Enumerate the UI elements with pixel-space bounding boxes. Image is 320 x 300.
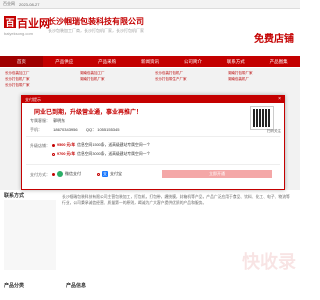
divider <box>26 164 280 165</box>
alipay-label: 支付宝 <box>110 171 122 176</box>
nav-gallery[interactable]: 产品图集 <box>257 56 300 67</box>
nav-about[interactable]: 公司简介 <box>171 56 214 67</box>
alipay-icon: 支 <box>102 171 108 177</box>
site-logo[interactable]: 百 百业网 baiyeksong.com <box>4 14 50 44</box>
qr-label: 扫码关注 <box>267 129 281 133</box>
radio-icon[interactable] <box>52 153 55 156</box>
company-intro: 长沙帼瑞包装科技有限公司主营包装加工，打包机，打包带，缠绕膜，封箱机等产品，产品… <box>62 195 290 205</box>
upgrade-label: 升级店铺： <box>30 143 50 148</box>
pay-button[interactable]: 立即开通 <box>162 170 272 178</box>
wechat-label: 微信支付 <box>65 171 81 176</box>
plan-desc: 信息空间3000条，送高级建站专属空间一个 <box>77 152 151 156</box>
modal-header: 支付提示 × <box>22 96 284 103</box>
radio-icon[interactable] <box>52 144 55 147</box>
nav-contact[interactable]: 联系方式 <box>214 56 257 67</box>
product-info-title: 产品信息 <box>66 283 87 289</box>
page-content: 联系方式 长沙帼瑞包装科技有限公司主营包装加工，打包机，打包带，缠绕膜，封箱机等… <box>0 190 300 300</box>
company-desc: 长沙包装加工厂商，长沙打包机厂家，长沙打包机厂家 <box>48 28 144 33</box>
header: 百 百业网 baiyeksong.com 长沙帼瑞包装科技有限公司 长沙包装加工… <box>0 10 300 50</box>
pay-method-label: 支付方式： <box>30 172 50 177</box>
service-row: 专属客服： 郭明东 <box>30 118 65 124</box>
radio-icon[interactable] <box>52 172 55 176</box>
nav-home[interactable]: 首页 <box>0 56 43 67</box>
phone-label: 手机： <box>30 127 42 132</box>
plan-price: ¥500 元/年 <box>57 143 76 147</box>
nav-purchase[interactable]: 产品采购 <box>86 56 129 67</box>
service-name: 郭明东 <box>53 118 66 123</box>
free-shop-badge[interactable]: 免费店铺 <box>254 30 294 45</box>
service-label: 专属客服： <box>30 118 50 123</box>
upgrade-row: 升级店铺： <box>30 143 52 149</box>
pay-alipay[interactable]: 支 支付宝 <box>97 169 122 179</box>
plan-desc: 信息空间1500条，送高级建站专属空间一个 <box>77 143 151 147</box>
nav-supply[interactable]: 产品供应 <box>43 56 86 67</box>
logo-text: 百业网 <box>17 18 50 30</box>
qr-code <box>250 106 274 130</box>
modal-banner: 同业已到期，升级营业通，事业再推广！ <box>34 110 143 116</box>
main-nav: 首页 产品供应 产品采购 新闻资讯 公司简介 联系方式 产品图集 <box>0 56 300 67</box>
modal-title: 支付提示 <box>25 97 41 102</box>
qq-value: 1055155345 <box>97 127 120 132</box>
contact-row: 手机： 18670343956 QQ： 1055155345 <box>30 127 119 133</box>
plan-option-500[interactable]: ¥500 元/年 信息空间1500条，送高级建站专属空间一个 <box>52 143 150 148</box>
radio-icon[interactable] <box>97 172 100 176</box>
topbar: 百业网 2023-08-27 <box>0 0 300 9</box>
watermark: 快收录 <box>242 252 296 272</box>
phone-value: 18670343956 <box>53 127 78 132</box>
sidebar-panel <box>4 200 56 270</box>
topbar-site[interactable]: 百业网 <box>3 1 15 7</box>
topbar-date: 2023-08-27 <box>19 1 40 7</box>
pay-wechat[interactable]: 微信支付 <box>52 169 81 179</box>
product-category-title: 产品分类 <box>4 283 25 289</box>
plan-price: ¥700 元/年 <box>57 152 76 156</box>
plan-option-700[interactable]: ¥700 元/年 信息空间3000条，送高级建站专属空间一个 <box>52 152 150 157</box>
nav-news[interactable]: 新闻资讯 <box>129 56 172 67</box>
close-icon[interactable]: × <box>278 96 281 102</box>
logo-sub: baiyeksong.com <box>4 31 33 36</box>
sidebar-title: 联系方式 <box>4 193 25 199</box>
divider <box>26 136 280 137</box>
qq-label: QQ： <box>85 127 97 132</box>
logo-mark: 百 <box>4 16 16 28</box>
payment-modal: 支付提示 × 同业已到期，升级营业通，事业再推广！ 扫码关注 专属客服： 郭明东… <box>21 95 285 190</box>
wechat-icon <box>57 171 63 177</box>
company-title: 长沙帼瑞包装科技有限公司 <box>48 17 144 26</box>
